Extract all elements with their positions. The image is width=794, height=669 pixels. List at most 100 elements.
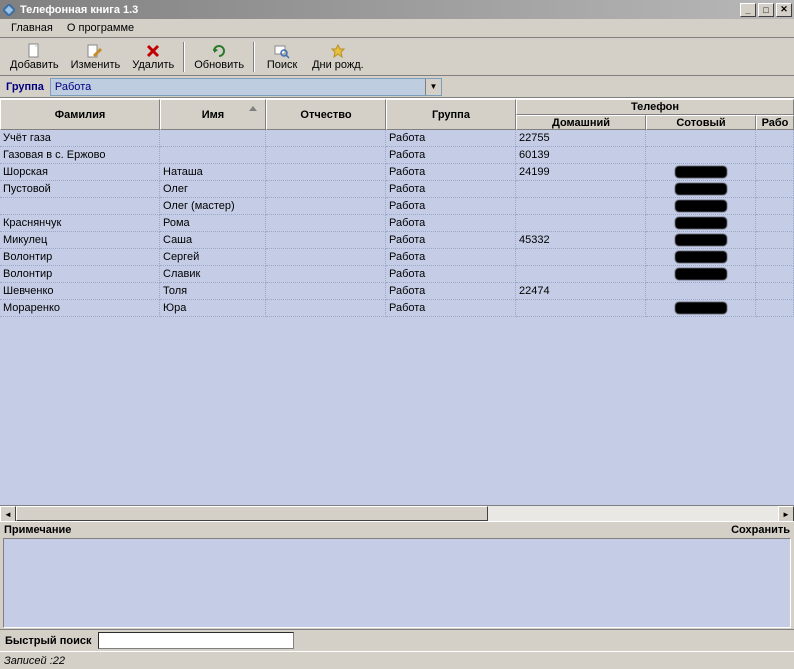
table-row[interactable]: МикулецСашаРабота45332 [0,232,794,249]
table-cell [756,164,794,181]
column-header-name[interactable]: Имя [160,99,266,130]
scroll-right-button[interactable]: ► [778,506,794,521]
table-row[interactable]: ПустовойОлег Работа [0,181,794,198]
column-header-mobile[interactable]: Сотовый [646,115,756,130]
table-cell: Работа [386,300,516,317]
table-row[interactable]: ШевченкоТоляРабота22474 [0,283,794,300]
table-cell: Олег (мастер) [160,198,266,215]
column-header-group[interactable]: Группа [386,99,516,130]
pencil-document-icon [87,43,103,59]
table-cell: Мораренко [0,300,160,317]
table-cell: Газовая в с. Ержово [0,147,160,164]
table-cell [266,215,386,232]
toolbar: Добавить Изменить Удалить Обновить Поиск… [0,38,794,76]
table-cell [266,181,386,198]
column-header-home[interactable]: Домашний [516,115,646,130]
search-icon [274,43,290,59]
table-cell: Работа [386,147,516,164]
table-cell: Волонтир [0,266,160,283]
horizontal-scrollbar[interactable]: ◄ ► [0,505,794,521]
menu-main[interactable]: Главная [4,20,60,36]
table-cell: Волонтир [0,249,160,266]
column-header-patronym[interactable]: Отчество [266,99,386,130]
window-title: Телефонная книга 1.3 [20,4,740,16]
table-row[interactable]: Учёт газаРабота22755 [0,130,794,147]
table-cell [266,283,386,300]
menu-about[interactable]: О программе [60,20,141,36]
table-row[interactable]: Газовая в с. Ержово Работа60139 [0,147,794,164]
note-textarea[interactable] [3,538,791,628]
table-cell [756,300,794,317]
column-header-surname[interactable]: Фамилия [0,99,160,130]
table-cell [756,130,794,147]
toolbar-separator [253,42,255,72]
filter-bar: Группа Работа ▼ [0,76,794,98]
redacted-phone [675,200,727,212]
table-row[interactable]: ВолонтирСергейРабота [0,249,794,266]
delete-x-icon [145,43,161,59]
redacted-phone [675,217,727,229]
table-cell: Шевченко [0,283,160,300]
table-cell [516,266,646,283]
search-button[interactable]: Поиск [258,40,306,74]
table-row[interactable]: КраснянчукРомаРабота [0,215,794,232]
table-cell: 60139 [516,147,646,164]
refresh-button[interactable]: Обновить [188,40,250,74]
chevron-down-icon[interactable]: ▼ [425,79,441,95]
minimize-button[interactable]: _ [740,3,756,17]
table-cell [756,181,794,198]
quick-search-input[interactable] [98,632,294,649]
redacted-phone [675,166,727,178]
table-cell [756,266,794,283]
menubar: Главная О программе [0,19,794,38]
table-cell [160,147,266,164]
table-cell: Шорская [0,164,160,181]
table-cell [756,232,794,249]
table-cell [266,249,386,266]
save-note-button[interactable]: Сохранить [731,524,790,536]
table-cell [266,164,386,181]
table-cell: Пустовой [0,181,160,198]
birthday-button[interactable]: Дни рожд. [306,40,370,74]
table-row[interactable]: Олег (мастер)Работа [0,198,794,215]
add-button[interactable]: Добавить [4,40,65,74]
table-cell [516,181,646,198]
scroll-thumb[interactable] [16,506,488,521]
edit-button[interactable]: Изменить [65,40,127,74]
filter-label: Группа [4,81,50,93]
toolbar-separator [183,42,185,72]
table-cell [516,300,646,317]
table-row[interactable]: ВолонтирСлавикРабота [0,266,794,283]
table-cell: Микулец [0,232,160,249]
table-cell [646,215,756,232]
column-header-phone-group[interactable]: Телефон [516,99,794,115]
redacted-phone [675,234,727,246]
table-cell: 22755 [516,130,646,147]
column-header-work[interactable]: Рабо [756,115,794,130]
table-row[interactable]: МораренкоЮраРабота [0,300,794,317]
table-cell: 45332 [516,232,646,249]
table-cell: Работа [386,215,516,232]
table-cell: Работа [386,283,516,300]
quick-search-bar: Быстрый поиск [0,629,794,651]
table-cell [160,130,266,147]
quick-search-label: Быстрый поиск [3,635,94,647]
table-cell [516,215,646,232]
group-combobox-value: Работа [51,79,425,95]
group-combobox[interactable]: Работа ▼ [50,78,442,96]
scroll-left-button[interactable]: ◄ [0,506,16,521]
note-label: Примечание [4,524,71,536]
table-cell [756,198,794,215]
table-cell [646,198,756,215]
table-cell: Работа [386,266,516,283]
scroll-track[interactable] [16,506,778,521]
table-cell [646,147,756,164]
close-button[interactable]: ✕ [776,3,792,17]
delete-button[interactable]: Удалить [126,40,180,74]
table-cell: Олег [160,181,266,198]
maximize-button[interactable]: □ [758,3,774,17]
table-cell [646,266,756,283]
table-row[interactable]: ШорскаяНаташаРабота24199 [0,164,794,181]
table-cell: Рома [160,215,266,232]
table-cell: Работа [386,181,516,198]
